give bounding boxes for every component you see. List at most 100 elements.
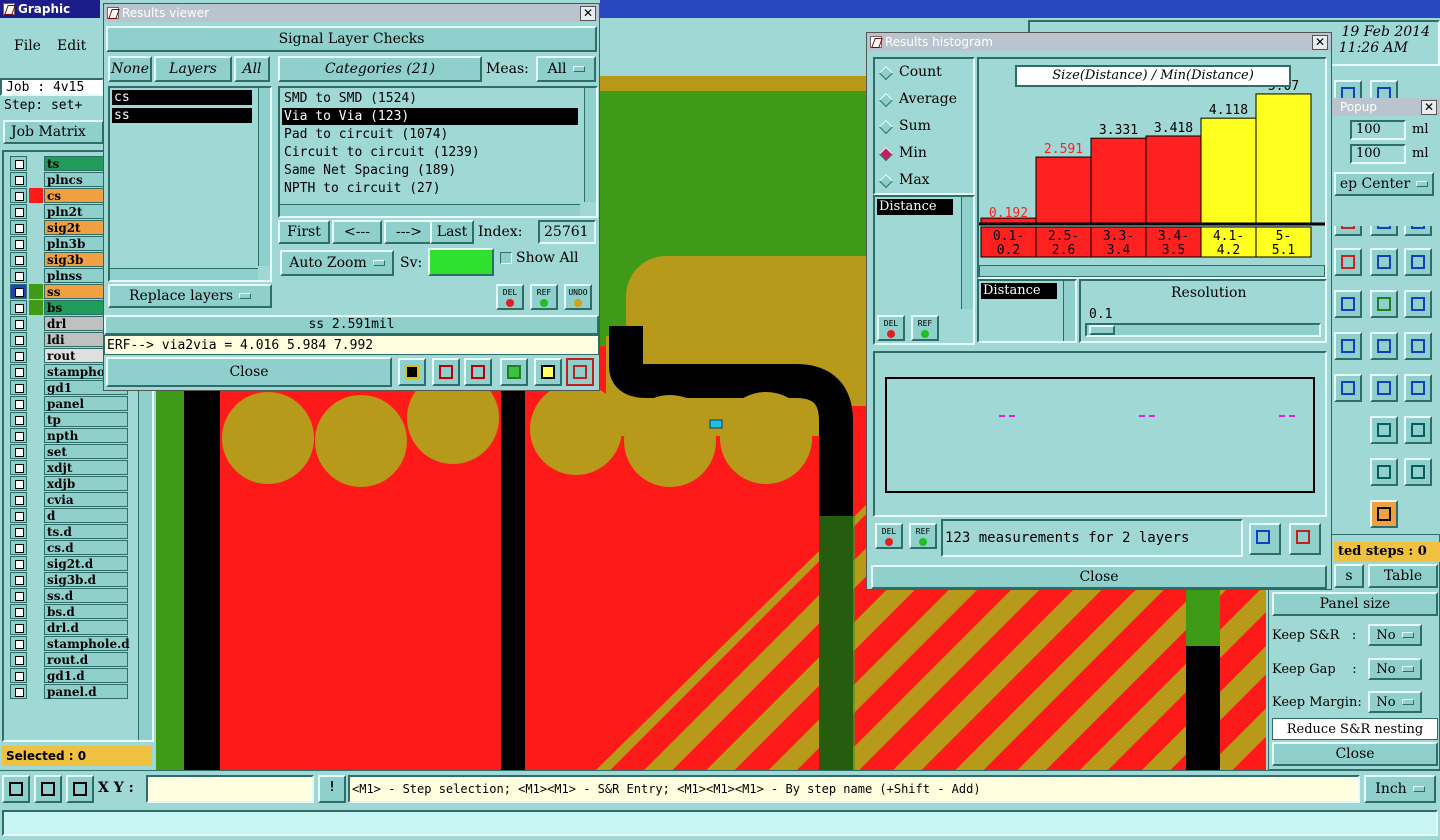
layer-checkbox[interactable]	[10, 524, 27, 539]
layer-row-xdjb[interactable]: xdjb	[10, 476, 128, 491]
resolution-slider[interactable]	[1085, 323, 1321, 337]
layer-checkbox[interactable]	[10, 348, 27, 363]
xy-input[interactable]	[146, 775, 314, 803]
layer-row-sig2t-d[interactable]: sig2t.d	[10, 556, 128, 571]
categories-button[interactable]: Categories (21)	[278, 56, 482, 82]
popup-field-2[interactable]: 100	[1350, 144, 1406, 164]
export-icon[interactable]	[432, 358, 460, 386]
highlight-icon[interactable]	[398, 358, 426, 386]
layer-checkbox[interactable]	[10, 364, 27, 379]
panel-size-button[interactable]: Panel size	[1272, 592, 1438, 616]
meas-select[interactable]: All	[536, 56, 596, 82]
layer-row-sig3b-d[interactable]: sig3b.d	[10, 572, 128, 587]
layer-checkbox[interactable]	[10, 316, 27, 331]
last-button[interactable]: Last	[430, 220, 474, 244]
category-item[interactable]: SMD to SMD (1524)	[282, 90, 578, 107]
layer-row-ss-d[interactable]: ss.d	[10, 588, 128, 603]
sv-color-select[interactable]	[428, 248, 494, 276]
layer-checkbox[interactable]	[10, 460, 27, 475]
layer-checkbox[interactable]	[10, 252, 27, 267]
all-layers-button[interactable]: All	[234, 56, 270, 82]
mode-radio-sum[interactable]	[878, 119, 894, 135]
menu-file[interactable]: File	[14, 38, 41, 54]
keep-sr-select[interactable]: No	[1368, 624, 1422, 646]
hist-close-button[interactable]: Close	[871, 565, 1327, 589]
snap-icon[interactable]	[2, 775, 30, 803]
hist-close-icon[interactable]: ✕	[1312, 35, 1328, 50]
auto-zoom-select[interactable]: Auto Zoom	[280, 250, 394, 276]
layer-row-ts-d[interactable]: ts.d	[10, 524, 128, 539]
reduce-sr-nesting[interactable]: Reduce S&R nesting	[1272, 718, 1438, 740]
layer-checkbox[interactable]	[10, 684, 27, 699]
layer-row-set[interactable]: set	[10, 444, 128, 459]
layer-checkbox[interactable]	[10, 268, 27, 283]
layer-row-stamphole-d[interactable]: stamphole.d	[10, 636, 130, 651]
chart-hscroll[interactable]	[979, 265, 1325, 277]
layer-checkbox[interactable]	[10, 572, 27, 587]
histogram-bar[interactable]	[1035, 156, 1092, 224]
job-matrix-button[interactable]: Job Matrix	[3, 120, 104, 144]
layer-checkbox[interactable]	[10, 172, 27, 187]
layer-row-gd1-d[interactable]: gd1.d	[10, 668, 128, 683]
var2-distance[interactable]: Distance	[981, 283, 1057, 299]
units-select[interactable]: Inch	[1364, 775, 1436, 803]
layer-checkbox[interactable]	[10, 668, 27, 683]
numbering-icon[interactable]	[500, 358, 528, 386]
layer-checkbox[interactable]	[10, 156, 27, 171]
layer-checkbox[interactable]	[10, 204, 27, 219]
layer-checkbox[interactable]	[10, 396, 27, 411]
layer-row-xdjt[interactable]: xdjt	[10, 460, 128, 475]
keep-gap-select[interactable]: No	[1368, 658, 1422, 680]
zoom-home-icon[interactable]	[1289, 523, 1321, 555]
cat-vscroll[interactable]	[584, 88, 596, 202]
layer-checkbox[interactable]	[10, 332, 27, 347]
index-input[interactable]: 25761	[538, 220, 596, 244]
layer-checkbox[interactable]	[10, 380, 27, 395]
layer-checkbox[interactable]	[10, 556, 27, 571]
rv-close-button[interactable]: Close	[106, 357, 392, 387]
mode-radio-max[interactable]	[878, 173, 894, 189]
popup-field-1[interactable]: 100	[1350, 120, 1406, 140]
table-button[interactable]: Table	[1368, 564, 1438, 588]
layer-checkbox[interactable]	[10, 492, 27, 507]
none-button[interactable]: None	[108, 56, 152, 82]
rv-layer-hscroll[interactable]	[110, 268, 258, 280]
layer-checkbox[interactable]	[10, 652, 27, 667]
zoom-selection-icon[interactable]	[1249, 523, 1281, 555]
hist-var-del-button[interactable]: DEL	[877, 315, 905, 341]
mode-radio-average[interactable]	[878, 92, 894, 108]
keep-margin-select[interactable]: No	[1368, 691, 1422, 713]
layer-checkbox[interactable]	[10, 284, 27, 299]
hist-var-ref-button[interactable]: REF	[911, 315, 939, 341]
rv-layer-vscroll[interactable]	[258, 88, 270, 266]
layer-row-tp[interactable]: tp	[10, 412, 128, 427]
hist-del-button[interactable]: DEL	[875, 523, 903, 549]
histogram-bar[interactable]	[1255, 93, 1312, 224]
menu-edit[interactable]: Edit	[57, 38, 86, 54]
next-button[interactable]: --->	[384, 220, 434, 244]
category-item[interactable]: NPTH to circuit (27)	[282, 180, 578, 197]
layer-row-bs-d[interactable]: bs.d	[10, 604, 128, 619]
layer-checkbox[interactable]	[10, 428, 27, 443]
layer-checkbox[interactable]	[10, 476, 27, 491]
replace-layers-select[interactable]: Replace layers	[108, 284, 272, 308]
layer-row-panel-d[interactable]: panel.d	[10, 684, 128, 699]
layer-checkbox[interactable]	[10, 412, 27, 427]
layer-checkbox[interactable]	[10, 300, 27, 315]
measure-icon[interactable]	[34, 775, 62, 803]
layer-checkbox[interactable]	[10, 620, 27, 635]
layer-row-rout-d[interactable]: rout.d	[10, 652, 128, 667]
layer-checkbox[interactable]	[10, 444, 27, 459]
first-button[interactable]: First	[278, 220, 330, 244]
layer-checkbox[interactable]	[10, 220, 27, 235]
layer-row-npth[interactable]: npth	[10, 428, 128, 443]
show-all-checkbox[interactable]	[500, 252, 512, 264]
grid-icon[interactable]	[66, 775, 94, 803]
rv-layer-item-ss[interactable]: ss	[112, 108, 252, 123]
histogram-bar[interactable]	[1090, 137, 1147, 224]
warning-icon[interactable]: !	[318, 775, 346, 803]
rv-del-button[interactable]: DEL	[496, 284, 524, 310]
layer-row-drl-d[interactable]: drl.d	[10, 620, 128, 635]
layer-row-panel[interactable]: panel	[10, 396, 128, 411]
category-item[interactable]: Pad to circuit (1074)	[282, 126, 578, 143]
